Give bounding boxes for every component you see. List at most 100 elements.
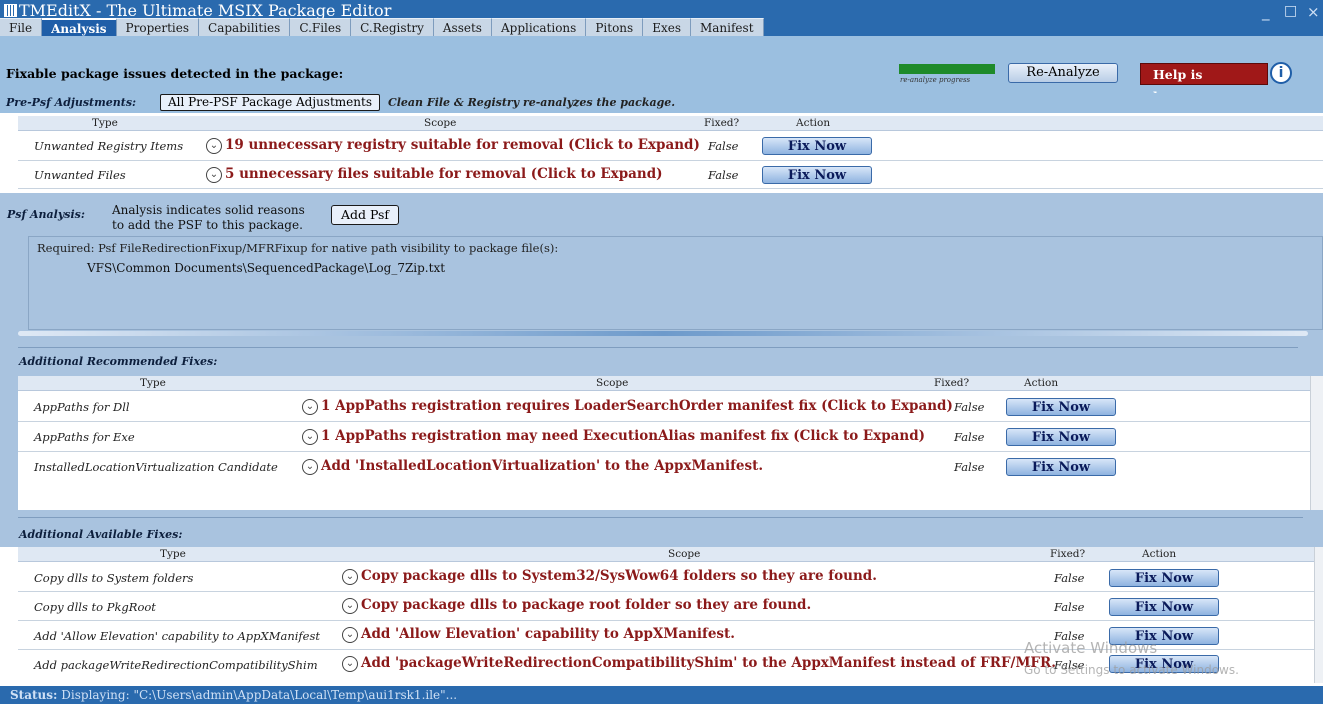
- col-type: Type: [160, 548, 186, 560]
- row-fixed: False: [954, 430, 985, 444]
- row-scope[interactable]: ⌄ 19 unnecessary registry suitable for re…: [206, 137, 700, 154]
- tab-c-files[interactable]: C.Files: [290, 18, 352, 36]
- col-fixed: Fixed?: [934, 377, 970, 389]
- row-type: Add packageWriteRedirectionCompatibility…: [34, 658, 318, 672]
- reanalyze-progress-bar: [899, 64, 995, 74]
- psf-reason-line1: Analysis indicates solid reasons: [112, 203, 305, 217]
- chevron-down-icon[interactable]: ⌄: [342, 569, 358, 585]
- table-row: InstalledLocationVirtualization Candidat…: [18, 452, 1310, 482]
- row-scope[interactable]: ⌄ Add 'packageWriteRedirectionCompatibili…: [342, 655, 1056, 672]
- tab-analysis[interactable]: Analysis: [42, 18, 117, 36]
- chevron-down-icon[interactable]: ⌄: [302, 459, 318, 475]
- available-grid-header: Type Scope Fixed? Action: [18, 547, 1314, 562]
- fix-now-button[interactable]: Fix Now: [1109, 569, 1219, 587]
- tab-applications[interactable]: Applications: [491, 18, 587, 36]
- col-fixed: Fixed?: [1050, 548, 1086, 560]
- col-action: Action: [1142, 548, 1177, 560]
- fix-now-button[interactable]: Fix Now: [1109, 598, 1219, 616]
- table-row: Unwanted Registry Items ⌄ 19 unnecessary …: [18, 131, 1323, 161]
- row-type: Unwanted Registry Items: [34, 139, 184, 153]
- activate-windows-title: Activate Windows: [1024, 639, 1158, 657]
- prepsf-note: Clean File & Registry re-analyzes the pa…: [388, 96, 676, 109]
- row-type: Copy dlls to PkgRoot: [34, 600, 156, 614]
- col-scope: Scope: [424, 117, 457, 129]
- fix-now-button[interactable]: Fix Now: [1006, 458, 1116, 476]
- row-type: Add 'Allow Elevation' capability to AppX…: [34, 629, 321, 643]
- activate-windows-subtitle: Go to Settings to activate Windows.: [1024, 663, 1239, 677]
- chevron-down-icon[interactable]: ⌄: [342, 656, 358, 672]
- info-icon[interactable]: i: [1270, 62, 1292, 84]
- chevron-down-icon[interactable]: ⌄: [206, 138, 222, 154]
- chevron-down-icon[interactable]: ⌄: [206, 167, 222, 183]
- row-fixed: False: [1054, 600, 1085, 614]
- table-row: Copy dlls to PkgRoot ⌄ Copy package dlls …: [18, 592, 1314, 621]
- add-psf-button[interactable]: Add Psf: [331, 205, 399, 225]
- divider: [18, 517, 1303, 518]
- status-label: Status:: [10, 688, 58, 702]
- table-row: AppPaths for Dll ⌄ 1 AppPaths registratio…: [18, 392, 1310, 422]
- row-type: AppPaths for Dll: [34, 400, 130, 414]
- table-row: Unwanted Files ⌄ 5 unnecessary files suit…: [18, 161, 1323, 189]
- chevron-down-icon[interactable]: ⌄: [342, 598, 358, 614]
- row-fixed: False: [708, 139, 739, 153]
- tab-c-registry[interactable]: C.Registry: [351, 18, 434, 36]
- table-row: AppPaths for Exe ⌄ 1 AppPaths registratio…: [18, 422, 1310, 452]
- fix-now-button[interactable]: Fix Now: [1006, 428, 1116, 446]
- minimize-icon[interactable]: _: [1262, 3, 1270, 21]
- header-text: Fixable package issues detected in the p…: [6, 66, 344, 81]
- chevron-down-icon[interactable]: ⌄: [302, 399, 318, 415]
- fix-now-button[interactable]: Fix Now: [762, 166, 872, 184]
- row-type: AppPaths for Exe: [34, 430, 135, 444]
- tab-exes[interactable]: Exes: [643, 18, 691, 36]
- psf-requirements-box: Required: Psf FileRedirectionFixup/MFRFi…: [28, 236, 1323, 330]
- prepsf-grid-header: Type Scope Fixed? Action: [18, 116, 1323, 131]
- col-fixed: Fixed?: [704, 117, 740, 129]
- tab-file[interactable]: File: [0, 18, 43, 36]
- available-scrollbar[interactable]: [1314, 547, 1323, 683]
- row-scope[interactable]: ⌄ Copy package dlls to package root folde…: [342, 597, 811, 614]
- available-grid: Type Scope Fixed? Action Copy dlls to Sy…: [18, 547, 1323, 683]
- row-scope[interactable]: ⌄ 5 unnecessary files suitable for remova…: [206, 166, 663, 183]
- close-icon[interactable]: ×: [1307, 3, 1320, 21]
- app-icon: [4, 4, 17, 17]
- row-type: Copy dlls to System folders: [34, 571, 194, 585]
- col-action: Action: [1024, 377, 1059, 389]
- chevron-down-icon[interactable]: ⌄: [342, 627, 358, 643]
- reanalyze-button[interactable]: Re-Analyze: [1008, 63, 1118, 83]
- row-type: InstalledLocationVirtualization Candidat…: [34, 460, 278, 474]
- fix-now-button[interactable]: Fix Now: [762, 137, 872, 155]
- col-type: Type: [140, 377, 166, 389]
- tab-assets[interactable]: Assets: [433, 18, 492, 36]
- col-action: Action: [796, 117, 831, 129]
- row-fixed: False: [954, 400, 985, 414]
- analysis-header: Fixable package issues detected in the p…: [0, 36, 1323, 104]
- panel-separator: [18, 331, 1308, 336]
- progress-label: re-analyze progress: [900, 76, 971, 84]
- row-scope[interactable]: ⌄ 1 AppPaths registration may need Execut…: [302, 428, 925, 445]
- row-scope[interactable]: ⌄ 1 AppPaths registration requires Loader…: [302, 398, 953, 415]
- tab-capabilities[interactable]: Capabilities: [199, 18, 291, 36]
- title-bar: TMEditX - The Ultimate MSIX Package Edit…: [0, 0, 1323, 36]
- tab-pitons[interactable]: Pitons: [586, 18, 644, 36]
- tab-manifest[interactable]: Manifest: [690, 18, 764, 36]
- available-fixes-label: Additional Available Fixes:: [19, 528, 183, 541]
- prepsf-label: Pre-Psf Adjustments:: [6, 96, 137, 109]
- table-row: Copy dlls to System folders ⌄ Copy packag…: [18, 563, 1314, 592]
- chevron-down-icon[interactable]: ⌄: [302, 429, 318, 445]
- divider: [18, 347, 1298, 348]
- row-scope[interactable]: ⌄ Add 'Allow Elevation' capability to App…: [342, 626, 735, 643]
- col-scope: Scope: [668, 548, 701, 560]
- prepsf-strip: Pre-Psf Adjustments: All Pre-PSF Package…: [0, 93, 1323, 113]
- row-scope[interactable]: ⌄ Add 'InstalledLocationVirtualization' t…: [302, 458, 763, 475]
- row-scope[interactable]: ⌄ Copy package dlls to System32/SysWow64 …: [342, 568, 877, 585]
- fix-now-button[interactable]: Fix Now: [1006, 398, 1116, 416]
- maximize-icon[interactable]: □: [1284, 3, 1297, 19]
- help-button[interactable]: Help is here==>: [1140, 63, 1268, 104]
- row-fixed: False: [954, 460, 985, 474]
- recommended-scrollbar[interactable]: [1310, 376, 1323, 510]
- tab-properties[interactable]: Properties: [116, 18, 200, 36]
- tab-strip: File Analysis Properties Capabilities C.…: [0, 18, 764, 36]
- all-prepsf-adjustments-button[interactable]: All Pre-PSF Package Adjustments: [160, 94, 380, 111]
- row-fixed: False: [1054, 571, 1085, 585]
- recommended-fixes-label: Additional Recommended Fixes:: [19, 355, 218, 368]
